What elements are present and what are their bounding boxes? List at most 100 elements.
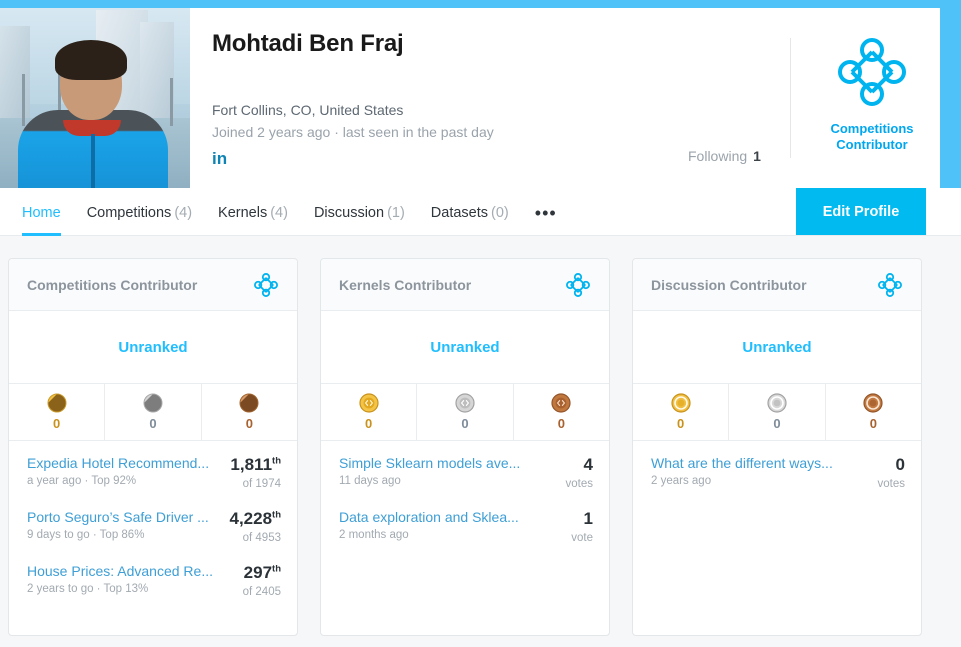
contributor-badge[interactable]: Competitions Contributor [812, 36, 932, 154]
entry-title[interactable]: Expedia Hotel Recommend... [27, 455, 217, 471]
discussion-medal-bronze-icon [863, 393, 883, 413]
entry-vote-count: 4 [583, 455, 593, 474]
medal-gold-count: 0 [365, 416, 373, 431]
list-item[interactable]: House Prices: Advanced Re... 2 years to … [27, 563, 281, 598]
card-kernels-title: Kernels Contributor [339, 276, 472, 293]
competition-medal-silver-icon [143, 393, 163, 413]
entry-rank-total: of 2405 [242, 586, 281, 598]
list-item[interactable]: Data exploration and Sklea... 2 months a… [339, 509, 593, 544]
tab-discussion-count: (1) [387, 204, 405, 221]
avatar[interactable] [0, 8, 190, 188]
header-divider [790, 38, 791, 158]
entry-rank: 297th of 2405 [225, 563, 281, 598]
medal-bronze: 0 [202, 384, 297, 440]
medal-silver: 0 [729, 384, 826, 440]
medal-gold-count: 0 [53, 416, 61, 431]
tab-home-label: Home [22, 204, 61, 221]
entry-votes: 4 votes [537, 455, 594, 490]
card-competitions-header: Competitions Contributor [9, 259, 297, 311]
card-kernels-entries: Simple Sklearn models ave... 11 days ago… [321, 441, 609, 635]
rank-value-text: 297 [243, 563, 273, 582]
avatar-tree [170, 78, 173, 126]
entry-title[interactable]: What are the different ways... [651, 455, 841, 471]
rank-value: Unranked [118, 338, 188, 356]
avatar-building-right [140, 22, 174, 122]
card-kernels-header: Kernels Contributor [321, 259, 609, 311]
edit-profile-button[interactable]: Edit Profile [796, 188, 926, 235]
card-discussion: Discussion Contributor Unranked 0 0 0 Wh… [632, 258, 922, 636]
card-discussion-entries: What are the different ways... 2 years a… [633, 441, 921, 635]
rank-value-text: 4,228 [229, 509, 273, 528]
card-discussion-medals: 0 0 0 [633, 383, 921, 441]
entry-title[interactable]: House Prices: Advanced Re... [27, 563, 217, 579]
tab-discussion[interactable]: Discussion (1) [313, 204, 405, 237]
card-competitions-rank: Unranked [9, 311, 297, 383]
entry-rank-number: 297th [225, 563, 281, 583]
card-kernels-rank: Unranked [321, 311, 609, 383]
rank-suffix: th [272, 509, 281, 521]
tab-datasets-label: Datasets [430, 204, 489, 221]
tab-kernels[interactable]: Kernels (4) [218, 204, 288, 237]
entry-main: What are the different ways... 2 years a… [651, 455, 849, 487]
medal-gold-count: 0 [677, 416, 685, 431]
badge-label: Competitions Contributor [812, 121, 932, 154]
linkedin-icon[interactable]: in [212, 150, 227, 167]
list-item[interactable]: Simple Sklearn models ave... 11 days ago… [339, 455, 593, 490]
entry-subtitle: 2 months ago [339, 529, 409, 541]
medal-silver: 0 [105, 384, 202, 440]
tab-competitions[interactable]: Competitions (4) [87, 204, 193, 237]
entry-rank: 1,811th of 1974 [225, 455, 281, 490]
tab-competitions-count: (4) [174, 204, 193, 221]
card-competitions: Competitions Contributor Unranked 0 0 0 … [8, 258, 298, 636]
tab-datasets[interactable]: Datasets (0) [430, 204, 509, 237]
discussion-medal-gold-icon [671, 393, 691, 413]
list-item[interactable]: Expedia Hotel Recommend... a year ago · … [27, 455, 281, 490]
entry-vote-label: vote [571, 532, 593, 544]
medal-bronze-count: 0 [869, 416, 877, 431]
top-accent-band [0, 0, 961, 8]
list-item[interactable]: Porto Seguro’s Safe Driver ... 9 days to… [27, 509, 281, 544]
list-item[interactable]: What are the different ways... 2 years a… [651, 455, 905, 490]
card-discussion-header: Discussion Contributor [633, 259, 921, 311]
card-competitions-title: Competitions Contributor [27, 276, 198, 293]
rank-suffix: th [272, 563, 281, 575]
card-competitions-medals: 0 0 0 [9, 383, 297, 441]
entry-vote-label: votes [565, 478, 594, 490]
discussion-badge-icon [878, 272, 902, 297]
tab-kernels-count: (4) [270, 204, 288, 221]
medal-silver-count: 0 [461, 416, 469, 431]
entry-title[interactable]: Porto Seguro’s Safe Driver ... [27, 509, 217, 525]
medal-bronze-count: 0 [245, 416, 253, 431]
entry-rank: 4,228th of 4953 [225, 509, 281, 544]
avatar-zipper [91, 134, 95, 188]
following-count: 1 [753, 148, 761, 164]
entry-rank-number: 4,228th [225, 509, 281, 529]
entry-main: House Prices: Advanced Re... 2 years to … [27, 563, 225, 595]
tab-discussion-label: Discussion [313, 204, 385, 221]
entry-subtitle: 2 years ago [651, 475, 712, 487]
entry-subtitle: 9 days to go · Top 86% [27, 529, 145, 541]
tab-kernels-label: Kernels [218, 204, 268, 221]
entry-votes: 0 votes [849, 455, 906, 490]
entry-title[interactable]: Simple Sklearn models ave... [339, 455, 529, 471]
rank-value: Unranked [430, 338, 500, 356]
card-kernels: Kernels Contributor Unranked 0 0 0 Simpl… [320, 258, 610, 636]
avatar-tree [22, 74, 25, 126]
medal-silver: 0 [417, 384, 514, 440]
competition-medal-bronze-icon [239, 393, 259, 413]
profile-navbar: Home Competitions (4) Kernels (4) Discussi… [0, 188, 961, 236]
entry-vote-count: 0 [895, 455, 905, 474]
entry-title[interactable]: Data exploration and Sklea... [339, 509, 529, 525]
medal-silver-count: 0 [149, 416, 157, 431]
entry-rank-total: of 4953 [242, 532, 281, 544]
competitions-badge-icon [254, 272, 278, 297]
following-stat[interactable]: Following 1 [688, 148, 761, 164]
discussion-medal-silver-icon [767, 393, 787, 413]
right-accent-band [940, 0, 961, 196]
more-tabs-icon[interactable]: ••• [535, 204, 557, 236]
entry-vote-count: 1 [583, 509, 593, 528]
profile-header: Mohtadi Ben Fraj Fort Collins, CO, Unite… [0, 8, 940, 188]
contributor-cards: Competitions Contributor Unranked 0 0 0 … [8, 258, 953, 636]
entry-subtitle: a year ago · Top 92% [27, 475, 137, 487]
tab-home[interactable]: Home [22, 204, 61, 236]
